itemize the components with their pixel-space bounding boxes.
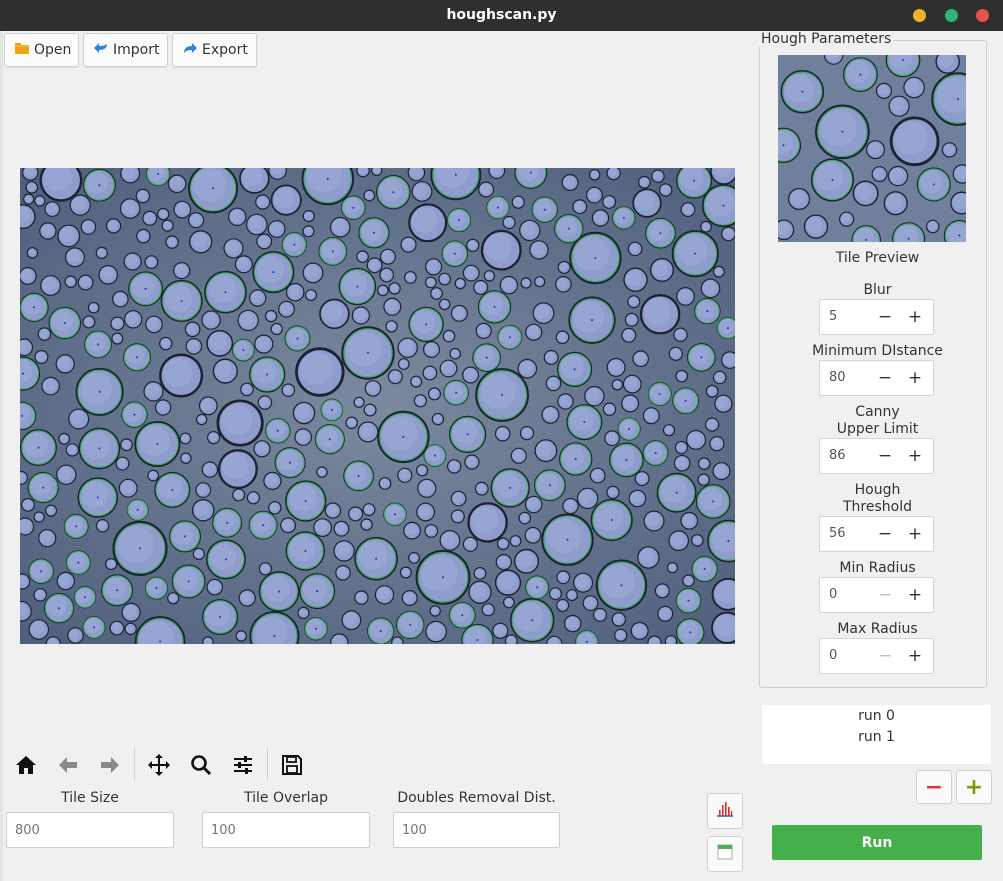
histogram-icon bbox=[716, 800, 734, 822]
minus-icon: − bbox=[924, 774, 944, 800]
tile-size-label: Tile Size bbox=[61, 790, 119, 806]
param-label: Min Radius bbox=[790, 560, 965, 577]
decrement-button[interactable]: − bbox=[872, 520, 898, 548]
close-button[interactable] bbox=[976, 9, 989, 22]
param-spinbox[interactable]: 86 − + bbox=[819, 438, 934, 474]
save-floppy-icon[interactable] bbox=[274, 745, 310, 785]
window-title: houghscan.py bbox=[446, 7, 557, 23]
doubles-removal-label: Doubles Removal Dist. bbox=[397, 790, 556, 806]
bubble-image-canvas[interactable] bbox=[6, 149, 750, 667]
export-arrow-icon bbox=[182, 40, 198, 60]
param-label-line: Hough bbox=[854, 482, 901, 498]
increment-button[interactable]: + bbox=[902, 303, 928, 331]
param-label-line: Canny bbox=[855, 404, 900, 420]
tile-size-input[interactable] bbox=[6, 812, 174, 848]
histogram-button[interactable] bbox=[707, 793, 743, 829]
add-run-button[interactable]: + bbox=[956, 770, 992, 804]
decrement-button[interactable]: − bbox=[872, 303, 898, 331]
import-button[interactable]: Import bbox=[83, 33, 168, 67]
decrement-button[interactable]: − bbox=[872, 364, 898, 392]
configure-sliders-icon[interactable] bbox=[225, 745, 261, 785]
tile-overlap-label: Tile Overlap bbox=[244, 790, 328, 806]
param-value[interactable]: 0 bbox=[829, 648, 837, 663]
open-label: Open bbox=[34, 42, 72, 58]
increment-button[interactable]: + bbox=[902, 581, 928, 609]
param-spinbox[interactable]: 0 − + bbox=[819, 577, 934, 613]
param-value[interactable]: 80 bbox=[829, 370, 846, 385]
param-spinbox[interactable]: 56 − + bbox=[819, 516, 934, 552]
window-icon bbox=[717, 844, 733, 864]
toolbar-separator bbox=[267, 747, 268, 781]
open-button[interactable]: Open bbox=[4, 33, 79, 67]
increment-button[interactable]: + bbox=[902, 442, 928, 470]
param-label: Hough Threshold bbox=[790, 482, 965, 516]
param-spinbox[interactable]: 0 − + bbox=[819, 638, 934, 674]
hough-parameters-title: Hough Parameters bbox=[759, 31, 894, 47]
tile-overlap-input[interactable] bbox=[202, 812, 370, 848]
param-label: Minimum DIstance bbox=[790, 343, 965, 360]
title-bar: houghscan.py bbox=[0, 0, 1003, 31]
param-value[interactable]: 86 bbox=[829, 448, 846, 463]
param-label: Blur bbox=[790, 282, 965, 299]
param-label: Canny Upper Limit bbox=[790, 404, 965, 438]
param-value[interactable]: 5 bbox=[829, 309, 837, 324]
zoom-magnifier-icon[interactable] bbox=[183, 745, 219, 785]
export-button[interactable]: Export bbox=[172, 33, 257, 67]
decrement-button[interactable]: − bbox=[872, 642, 898, 670]
maximize-button[interactable] bbox=[945, 9, 958, 22]
param-label-line: Min Radius bbox=[839, 560, 916, 576]
back-arrow-icon[interactable] bbox=[50, 745, 86, 785]
run-button[interactable]: Run bbox=[772, 825, 982, 860]
bubble-image bbox=[6, 149, 750, 667]
decrement-button[interactable]: − bbox=[872, 581, 898, 609]
increment-button[interactable]: + bbox=[902, 642, 928, 670]
doubles-removal-input[interactable] bbox=[393, 812, 560, 848]
param-label-line: Upper Limit bbox=[836, 421, 919, 437]
remove-run-button[interactable]: − bbox=[916, 770, 952, 804]
param-label: Max Radius bbox=[790, 621, 965, 638]
toolbar-separator bbox=[134, 747, 135, 781]
left-edge bbox=[0, 31, 3, 881]
import-arrow-icon bbox=[93, 40, 109, 60]
minimize-button[interactable] bbox=[913, 9, 926, 22]
export-label: Export bbox=[202, 42, 248, 58]
forward-arrow-icon[interactable] bbox=[92, 745, 128, 785]
tile-preview-caption: Tile Preview bbox=[835, 250, 920, 266]
increment-button[interactable]: + bbox=[902, 364, 928, 392]
home-icon[interactable] bbox=[8, 745, 44, 785]
window-button[interactable] bbox=[707, 836, 743, 872]
tile-preview-image bbox=[765, 42, 985, 256]
param-label-line: Threshold bbox=[843, 499, 912, 515]
param-value[interactable]: 56 bbox=[829, 526, 846, 541]
list-item[interactable]: run 0 bbox=[762, 706, 991, 727]
param-label-line: Max Radius bbox=[837, 621, 918, 637]
folder-icon bbox=[14, 40, 30, 60]
increment-button[interactable]: + bbox=[902, 520, 928, 548]
import-label: Import bbox=[113, 42, 160, 58]
param-label-line: Blur bbox=[863, 282, 892, 298]
pan-move-icon[interactable] bbox=[141, 745, 177, 785]
param-value[interactable]: 0 bbox=[829, 587, 837, 602]
plus-icon: + bbox=[964, 774, 984, 800]
param-label-line: Minimum DIstance bbox=[812, 343, 943, 359]
decrement-button[interactable]: − bbox=[872, 442, 898, 470]
param-spinbox[interactable]: 5 − + bbox=[819, 299, 934, 335]
app-window: houghscan.py Open Import Export Tile Siz… bbox=[0, 0, 1003, 881]
tile-preview-canvas bbox=[765, 42, 985, 256]
param-spinbox[interactable]: 80 − + bbox=[819, 360, 934, 396]
run-button-label: Run bbox=[861, 834, 893, 851]
runs-list[interactable]: run 0 run 1 bbox=[762, 705, 991, 764]
list-item[interactable]: run 1 bbox=[762, 727, 991, 748]
